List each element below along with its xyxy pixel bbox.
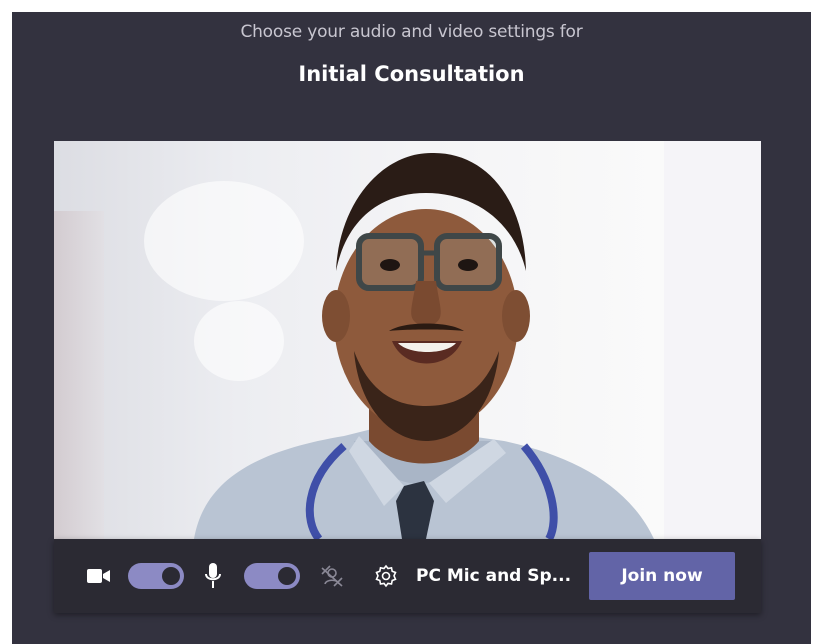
device-control-bar: PC Mic and Sp... Join now bbox=[54, 539, 761, 613]
settings-subtitle: Choose your audio and video settings for bbox=[240, 22, 583, 42]
camera-toggle[interactable] bbox=[128, 563, 184, 589]
gear-icon[interactable] bbox=[373, 563, 399, 589]
self-view-video bbox=[194, 152, 654, 539]
video-camera-icon[interactable] bbox=[86, 564, 112, 588]
background-blur-icon[interactable] bbox=[319, 563, 345, 589]
microphone-toggle[interactable] bbox=[244, 563, 300, 589]
device-settings-label[interactable]: PC Mic and Sp... bbox=[416, 539, 571, 613]
meeting-title: Initial Consultation bbox=[298, 62, 525, 86]
video-preview bbox=[54, 141, 761, 539]
microphone-icon[interactable] bbox=[203, 562, 223, 590]
pre-join-screen: Choose your audio and video settings for… bbox=[12, 12, 811, 644]
join-now-button[interactable]: Join now bbox=[589, 552, 735, 600]
